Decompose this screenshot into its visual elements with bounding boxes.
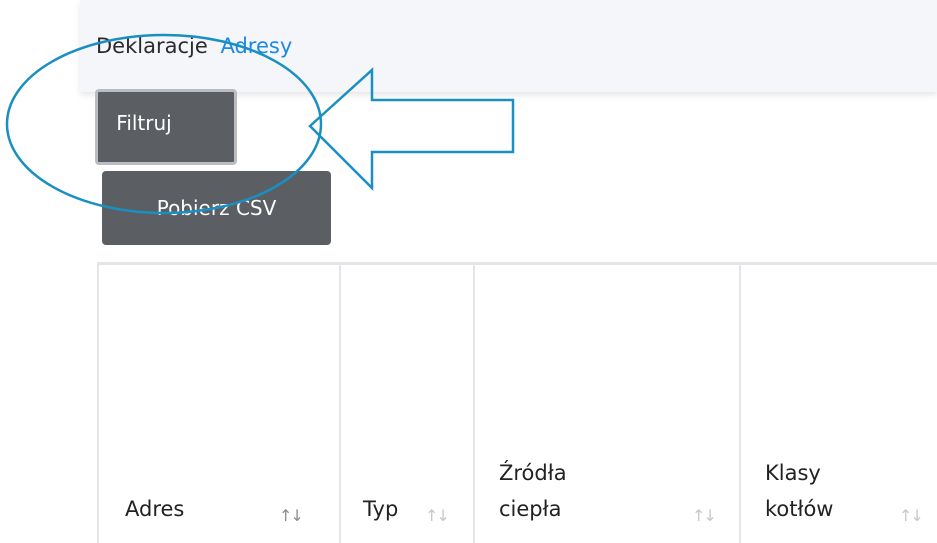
download-csv-button[interactable]: Pobierz CSV — [102, 171, 331, 245]
sort-icon[interactable]: ↑↓ — [692, 506, 717, 525]
column-header-zrodla-ciepla[interactable]: Źródła ciepła ↑↓ — [475, 265, 741, 543]
column-header-klasy-kotlow[interactable]: Klasy kotłów ↑↓ — [741, 265, 937, 543]
column-header-zrodla-line2: ciepła — [499, 497, 562, 521]
breadcrumb-item-adresy[interactable]: Adresy — [220, 34, 292, 58]
sort-icon[interactable]: ↑↓ — [899, 506, 924, 525]
column-header-adres-line2: Adres — [125, 497, 185, 521]
column-header-zrodla-line1: Źródła — [499, 461, 567, 485]
column-header-typ-line2: Typ — [363, 497, 399, 521]
breadcrumb-item-deklaracje[interactable]: Deklaracje — [96, 34, 208, 58]
download-csv-button-label: Pobierz CSV — [156, 196, 277, 220]
sort-icon[interactable]: ↑↓ — [425, 506, 450, 525]
filter-button[interactable]: Filtruj — [95, 89, 237, 165]
column-header-typ[interactable]: Typ ↑↓ — [341, 265, 475, 543]
column-header-klasy-line1: Klasy — [765, 461, 821, 485]
data-table-header: Adres ↑↓ Typ ↑↓ Źródła ciepła ↑↓ Klasy k… — [97, 262, 937, 543]
sort-icon[interactable]: ↑↓ — [279, 506, 304, 525]
column-header-adres[interactable]: Adres ↑↓ — [97, 265, 341, 543]
column-header-klasy-line2: kotłów — [765, 497, 834, 521]
breadcrumb: Deklaracje Adresy — [96, 34, 292, 58]
filter-button-label: Filtruj — [116, 111, 172, 135]
